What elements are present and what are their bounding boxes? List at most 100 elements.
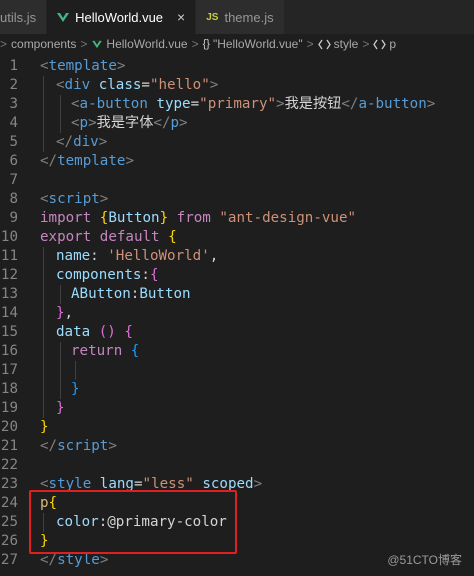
line-number: 6 xyxy=(9,153,18,169)
chevron-right-icon: > xyxy=(362,37,370,51)
breadcrumb-item-p[interactable]: p xyxy=(373,37,396,51)
code-line-7: 7 xyxy=(0,171,474,190)
code-line-17: 17 xyxy=(0,361,474,380)
tab-label: theme.js xyxy=(224,9,274,25)
close-icon[interactable]: × xyxy=(177,9,185,25)
code-text: data () { xyxy=(56,324,133,340)
code-line-12: 12 components:{ xyxy=(0,266,474,285)
tab-label: HelloWorld.vue xyxy=(75,9,164,25)
breadcrumb: > components > HelloWorld.vue > {} "Hello… xyxy=(0,34,474,54)
breadcrumb-label: components xyxy=(11,37,77,51)
highlight-box xyxy=(29,490,237,554)
line-number: 14 xyxy=(0,305,18,321)
code-line-22: 22 xyxy=(0,456,474,475)
code-text: } xyxy=(40,419,49,435)
line-number: 12 xyxy=(0,267,18,283)
code-text: </script> xyxy=(40,438,117,454)
line-number: 2 xyxy=(9,77,18,93)
vue-file-icon xyxy=(57,12,70,22)
code-text: <div class="hello"> xyxy=(56,77,219,93)
braces-icon: {} xyxy=(202,38,210,50)
line-number: 27 xyxy=(0,552,18,568)
code-line-10: 10 export default { xyxy=(0,228,474,247)
line-number: 11 xyxy=(0,248,18,264)
tag-icon xyxy=(317,39,331,49)
code-line-6: 6 </template> xyxy=(0,152,474,171)
line-number: 9 xyxy=(9,210,18,226)
breadcrumb-item-components[interactable]: components xyxy=(11,37,76,51)
code-line-4: 4 <p>我是字体</p> xyxy=(0,114,474,133)
code-text: } xyxy=(56,400,65,416)
code-line-18: 18} xyxy=(0,380,474,399)
line-number: 23 xyxy=(0,476,18,492)
code-text: export default { xyxy=(40,229,177,245)
tab-helloworld-vue[interactable]: HelloWorld.vue × xyxy=(47,0,197,34)
editor-tab-bar: utils.js HelloWorld.vue × JS theme.js xyxy=(0,0,474,34)
chevron-right-icon: > xyxy=(80,37,88,51)
line-number: 15 xyxy=(0,324,18,340)
code-text: <template> xyxy=(40,58,126,74)
code-text: <a-button type="primary">我是按钮</a-button> xyxy=(71,96,436,112)
code-text: </template> xyxy=(40,153,134,169)
code-text: import {Button} from "ant-design-vue" xyxy=(40,210,357,226)
line-number: 10 xyxy=(0,229,18,245)
code-text: components:{ xyxy=(56,267,159,283)
code-text: AButton:Button xyxy=(71,286,191,302)
line-number: 21 xyxy=(0,438,18,454)
breadcrumb-item-file[interactable]: HelloWorld.vue xyxy=(91,37,188,51)
code-line-1: 1 <template> xyxy=(0,57,474,76)
vue-file-icon xyxy=(92,40,103,48)
line-number: 1 xyxy=(9,58,18,74)
line-number: 26 xyxy=(0,533,18,549)
tag-icon xyxy=(373,39,387,49)
code-text: <p>我是字体</p> xyxy=(71,115,188,131)
breadcrumb-item-style[interactable]: style xyxy=(317,37,359,51)
chevron-right-icon: > xyxy=(191,37,199,51)
code-line-13: 13 AButton:Button xyxy=(0,285,474,304)
line-number: 8 xyxy=(9,191,18,207)
code-text: }, xyxy=(56,305,74,321)
line-number: 13 xyxy=(0,286,18,302)
code-line-11: 11 name: 'HelloWorld', xyxy=(0,247,474,266)
line-number: 24 xyxy=(0,495,18,511)
watermark: @51CTO博客 xyxy=(387,553,462,567)
code-line-5: 5 </div> xyxy=(0,133,474,152)
code-line-3: 3 <a-button type="primary">我是按钮</a-button… xyxy=(0,95,474,114)
breadcrumb-label: HelloWorld.vue xyxy=(106,37,188,51)
line-number: 3 xyxy=(9,96,18,112)
code-text: <script> xyxy=(40,191,109,207)
code-text: return { xyxy=(71,343,140,359)
breadcrumb-label: "HelloWorld.vue" xyxy=(212,37,303,51)
code-line-8: 8 <script> xyxy=(0,190,474,209)
indent-guide xyxy=(43,76,44,95)
code-text: name: 'HelloWorld', xyxy=(56,248,219,264)
line-number: 5 xyxy=(9,134,18,150)
breadcrumb-item-module[interactable]: {} "HelloWorld.vue" xyxy=(203,37,303,51)
tab-utils-js[interactable]: utils.js xyxy=(0,0,48,34)
line-number: 25 xyxy=(0,514,18,530)
line-number: 16 xyxy=(0,343,18,359)
code-text: </div> xyxy=(56,134,108,150)
code-line-21: 21 </script> xyxy=(0,437,474,456)
line-number: 22 xyxy=(0,457,18,473)
code-line-16: 16 return { xyxy=(0,342,474,361)
breadcrumb-label: style xyxy=(333,37,359,51)
breadcrumb-label: p xyxy=(389,37,397,51)
line-number: 4 xyxy=(9,115,18,131)
tab-label: utils.js xyxy=(0,9,37,25)
code-line-19: 19} xyxy=(0,399,474,418)
code-line-2: 2 <div class="hello"> xyxy=(0,76,474,95)
line-number: 18 xyxy=(0,381,18,397)
code-line-14: 14}, xyxy=(0,304,474,323)
line-number: 17 xyxy=(0,362,18,378)
line-number: 7 xyxy=(9,172,18,188)
code-text: } xyxy=(71,381,80,397)
code-line-20: 20} xyxy=(0,418,474,437)
code-line-9: 9 import {Button} from "ant-design-vue" xyxy=(0,209,474,228)
code-line-15: 15 data () { xyxy=(0,323,474,342)
chevron-right-icon: > xyxy=(0,37,8,51)
tab-theme-js[interactable]: JS theme.js xyxy=(196,0,285,34)
js-file-icon: JS xyxy=(206,11,219,23)
line-number: 19 xyxy=(0,400,18,416)
chevron-right-icon: > xyxy=(306,37,314,51)
